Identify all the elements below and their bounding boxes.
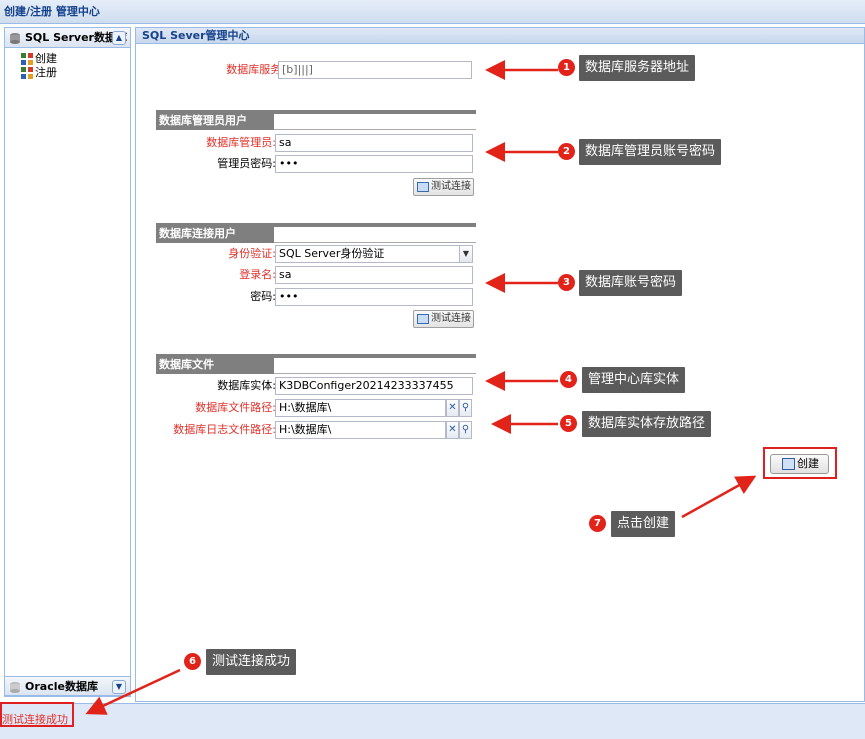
callout-badge: 4 — [560, 371, 577, 388]
button-label: 测试连接 — [431, 313, 471, 324]
callout-badge: 7 — [589, 515, 606, 532]
section-title: 数据库连接用户 — [156, 223, 274, 243]
callout-label: 管理中心库实体 — [582, 367, 686, 393]
expand-icon[interactable]: ▼ — [112, 680, 126, 694]
section-admin: 数据库管理员用户 — [156, 110, 476, 130]
callout-label: 数据库账号密码 — [579, 270, 683, 296]
callout-badge: 5 — [560, 415, 577, 432]
database-icon — [10, 682, 20, 693]
sidebar-item-label: 创建 — [35, 52, 57, 65]
callout-badge: 1 — [558, 59, 575, 76]
connect-icon — [417, 182, 429, 192]
callout-label: 测试连接成功 — [206, 649, 297, 675]
database-icon — [10, 33, 20, 44]
panel-title: SQL Sever管理中心 — [136, 28, 864, 44]
sidebar-item-label: 注册 — [35, 66, 57, 79]
callout-label: 数据库管理员账号密码 — [579, 139, 722, 165]
sidebar-header-label: Oracle数据库 — [25, 680, 98, 693]
node-icon — [21, 67, 33, 79]
status-bar: 测试连接成功 — [0, 703, 865, 739]
search-icon[interactable]: ⚲ — [459, 421, 472, 439]
callout-label: 数据库实体存放路径 — [582, 411, 712, 437]
callout-label: 数据库服务器地址 — [579, 55, 696, 81]
sidebar-header-sqlserver[interactable]: SQL Server数据库 ▲ — [5, 28, 130, 48]
section-files: 数据库文件 — [156, 354, 476, 374]
clear-icon[interactable]: ✕ — [446, 421, 459, 439]
section-title: 数据库文件 — [156, 354, 274, 374]
chevron-down-icon[interactable]: ▼ — [459, 245, 473, 263]
login-input[interactable]: sa — [275, 266, 473, 284]
admin-user-input[interactable]: sa — [275, 134, 473, 152]
entity-label: 数据库实体: — [217, 379, 276, 392]
node-icon — [21, 53, 33, 65]
server-label: 数据库服务器: — [226, 63, 296, 76]
admin-password-label: 管理员密码: — [217, 157, 276, 170]
entity-input[interactable]: K3DBConfiger20214233337455 — [275, 377, 473, 395]
window-title: 创建/注册 管理中心 — [0, 0, 865, 24]
admin-user-label: 数据库管理员: — [206, 136, 276, 149]
sidebar-header-oracle[interactable]: Oracle数据库 ▼ — [5, 676, 130, 696]
sidebar-item-create[interactable]: 创建 — [21, 52, 57, 66]
callout-badge: 6 — [184, 653, 201, 670]
password-label: 密码: — [250, 290, 276, 303]
log-path-input[interactable]: H:\数据库\ — [275, 421, 446, 439]
create-highlight-box — [763, 447, 837, 479]
callout-badge: 3 — [558, 274, 575, 291]
clear-icon[interactable]: ✕ — [446, 399, 459, 417]
connect-icon — [417, 314, 429, 324]
section-title: 数据库管理员用户 — [156, 110, 274, 130]
admin-password-input[interactable]: ••• — [275, 155, 473, 173]
sidebar: SQL Server数据库 ▲ 创建 注册 Oracle数据库 ▼ — [4, 27, 131, 697]
login-label: 登录名: — [239, 268, 276, 281]
admin-test-button[interactable]: 测试连接 — [413, 178, 474, 196]
section-connection: 数据库连接用户 — [156, 223, 476, 243]
callout-badge: 2 — [558, 143, 575, 160]
sidebar-item-register[interactable]: 注册 — [21, 66, 57, 80]
server-input[interactable]: [b]|||] — [278, 61, 472, 79]
file-path-label: 数据库文件路径: — [195, 401, 276, 414]
collapse-icon[interactable]: ▲ — [112, 31, 126, 45]
password-input[interactable]: ••• — [275, 288, 473, 306]
file-path-input[interactable]: H:\数据库\ — [275, 399, 446, 417]
conn-test-button[interactable]: 测试连接 — [413, 310, 474, 328]
callout-label: 点击创建 — [611, 511, 676, 537]
button-label: 测试连接 — [431, 181, 471, 192]
main-panel: SQL Sever管理中心 数据库服务器: [b]|||] 数据库管理员用户 数… — [135, 27, 865, 702]
search-icon[interactable]: ⚲ — [459, 399, 472, 417]
auth-select[interactable]: SQL Server身份验证 — [275, 245, 460, 263]
status-highlight-box — [0, 702, 74, 727]
auth-label: 身份验证: — [228, 247, 276, 260]
log-path-label: 数据库日志文件路径: — [173, 423, 276, 436]
